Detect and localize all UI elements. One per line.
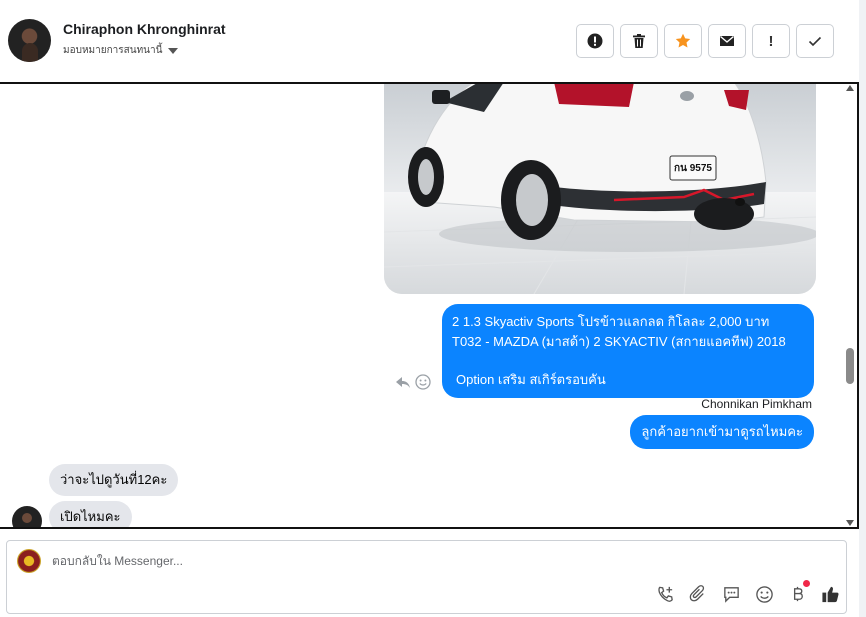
composer-toolbar xyxy=(655,580,840,604)
attach-file-button[interactable] xyxy=(688,584,708,604)
contact-name[interactable]: Chiraphon Khronghinrat xyxy=(63,21,226,37)
message-line: Option เสริม สเกิร์ตรอบคัน xyxy=(456,372,606,387)
car-photo-attachment[interactable]: กน 9575 xyxy=(384,84,816,294)
message-hover-actions xyxy=(395,374,431,390)
emoji-button[interactable] xyxy=(754,584,774,604)
spam-button[interactable] xyxy=(576,24,614,58)
thread-scrollbar[interactable] xyxy=(843,82,857,529)
message-bubble-outgoing[interactable]: 2 1.3 Skyactiv Sports โปรข้าวแลกลด กิโลล… xyxy=(442,304,814,398)
message-line: T032 - MAZDA (มาสด้า) 2 SKYACTIV (สกายแอ… xyxy=(452,334,786,349)
payment-button[interactable] xyxy=(787,580,810,604)
follow-up-button[interactable]: ! xyxy=(752,24,790,58)
conversation-header: Chiraphon Khronghinrat มอบหมายการสนทนานี… xyxy=(0,0,866,82)
like-button[interactable] xyxy=(820,584,840,604)
done-button[interactable] xyxy=(796,24,834,58)
message-bubble-incoming[interactable]: เปิดไหมคะ xyxy=(49,501,132,527)
contact-avatar[interactable] xyxy=(8,19,51,62)
reply-icon[interactable] xyxy=(395,374,411,390)
assign-label: มอบหมายการสนทนานี้ xyxy=(63,45,163,56)
react-emoji-icon[interactable] xyxy=(415,374,431,390)
message-line: 2 1.3 Skyactiv Sports โปรข้าวแลกลด กิโลล… xyxy=(452,314,770,329)
notification-dot xyxy=(803,580,810,587)
star-icon xyxy=(675,33,691,48)
scroll-thumb[interactable] xyxy=(846,348,854,384)
license-plate: กน 9575 xyxy=(674,163,712,174)
scroll-up-arrow-icon[interactable] xyxy=(846,85,854,91)
alert-circle-icon xyxy=(587,33,603,49)
check-icon xyxy=(808,36,822,47)
message-bubble-incoming[interactable]: ว่าจะไปดูวันที่12คะ xyxy=(49,464,179,496)
message-text: เปิดไหมคะ xyxy=(60,509,121,524)
car-photo: กน 9575 xyxy=(384,84,816,294)
envelope-icon xyxy=(720,35,734,46)
delete-button[interactable] xyxy=(620,24,658,58)
assign-conversation-dropdown[interactable]: มอบหมายการสนทนานี้ xyxy=(63,43,179,58)
sender-name: Chonnikan Pimkham xyxy=(701,397,812,411)
trash-icon xyxy=(633,34,645,48)
caret-down-icon xyxy=(168,47,179,54)
saved-replies-icon xyxy=(723,586,739,603)
scroll-down-arrow-icon[interactable] xyxy=(846,520,854,526)
call-button[interactable] xyxy=(655,584,675,604)
reply-composer xyxy=(6,540,847,614)
conversation-actions: ! xyxy=(576,24,834,58)
star-button[interactable] xyxy=(664,24,702,58)
call-icon xyxy=(657,586,673,602)
mark-unread-button[interactable] xyxy=(708,24,746,58)
window-edge xyxy=(859,0,866,617)
baht-payment-icon xyxy=(793,586,803,601)
reply-input[interactable] xyxy=(52,554,552,568)
attachment-icon xyxy=(689,584,704,601)
message-text: ว่าจะไปดูวันที่12คะ xyxy=(60,472,168,487)
saved-replies-button[interactable] xyxy=(721,584,741,604)
exclamation-icon: ! xyxy=(768,32,774,50)
message-line-blank xyxy=(452,352,804,370)
page-avatar xyxy=(17,549,41,573)
emoji-icon xyxy=(755,585,773,603)
message-thread[interactable]: กน 9575 2 1.3 Skyactiv Sports โปรข้าวแลก… xyxy=(0,82,859,529)
contact-avatar-small xyxy=(12,506,42,527)
like-icon xyxy=(821,586,839,602)
message-bubble-outgoing[interactable]: ลูกค้าอยากเข้ามาดูรถไหมคะ xyxy=(630,415,814,449)
message-text: ลูกค้าอยากเข้ามาดูรถไหมคะ xyxy=(641,424,803,439)
